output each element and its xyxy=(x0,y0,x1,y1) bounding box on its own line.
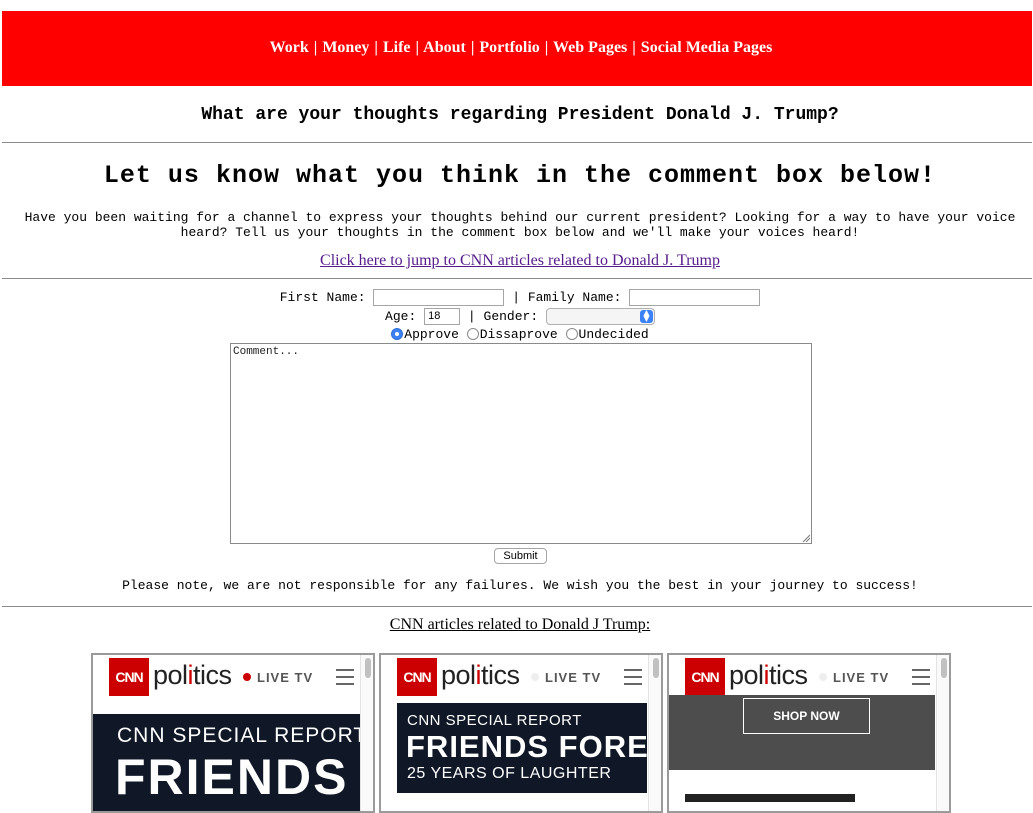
special-report-banner: CNN SPECIAL REPORT FRIENDS xyxy=(93,714,361,811)
undecided-radio[interactable] xyxy=(565,327,578,340)
special-report-banner: CNN SPECIAL REPORT FRIENDS FORE 25 YEARS… xyxy=(397,703,647,793)
submit-button[interactable]: Submit xyxy=(494,548,547,564)
nav-links: Work | Money | Life | About | Portfolio … xyxy=(2,39,1033,57)
chevron-up-down-icon: ▲ ▼ xyxy=(639,309,653,323)
cta-heading: Let us know what you think in the commen… xyxy=(103,161,937,190)
age-input[interactable]: 18 xyxy=(424,308,461,325)
scrollbar[interactable] xyxy=(936,655,949,811)
banner-kicker: CNN SPECIAL REPORT xyxy=(407,712,582,729)
article-embed-1[interactable]: CNN politics LIVE TV CNN SPECIAL REPORT … xyxy=(91,653,375,813)
gender-label: Gender: xyxy=(483,308,539,324)
first-name-input[interactable] xyxy=(373,289,505,306)
divider xyxy=(2,606,1032,607)
undecided-label: Undecided xyxy=(578,327,649,342)
nav-link-life[interactable]: Life xyxy=(383,39,411,56)
live-tv-label: LIVE TV xyxy=(833,670,890,685)
politics-accent-letter: i xyxy=(763,660,770,690)
banner-headline: FRIENDS xyxy=(115,749,349,805)
politics-accent-letter: i xyxy=(475,660,482,690)
cnn-jump-link-row: Click here to jump to CNN articles relat… xyxy=(0,252,1033,270)
field-separator: | xyxy=(512,289,520,305)
politics-section-title: politics xyxy=(441,660,520,691)
nav-separator: | xyxy=(470,39,475,56)
nav-link-web-pages[interactable]: Web Pages xyxy=(553,39,627,56)
name-row: First Name: | Family Name: xyxy=(0,289,1033,306)
disclaimer-text: Please note, we are not responsible for … xyxy=(122,578,918,593)
politics-accent-letter: i xyxy=(187,660,194,690)
section-label: politics xyxy=(153,660,232,690)
intro-text: Have you been waiting for a channel to e… xyxy=(24,210,1016,240)
cnn-logo: CNN xyxy=(397,658,437,696)
nav-separator: | xyxy=(313,39,318,56)
approve-radio[interactable] xyxy=(391,327,404,340)
live-dot-icon xyxy=(243,673,251,681)
nav-link-portfolio[interactable]: Portfolio xyxy=(479,39,539,56)
family-name-input[interactable] xyxy=(629,289,761,306)
comment-placeholder: Comment... xyxy=(233,346,300,358)
scrollbar-thumb[interactable] xyxy=(941,658,947,678)
nav-separator: | xyxy=(374,39,378,56)
nav-separator: | xyxy=(544,39,549,56)
nav-link-work[interactable]: Work xyxy=(270,39,309,56)
comment-textarea[interactable]: Comment... xyxy=(230,343,812,544)
articles-title: CNN articles related to Donald J Trump: xyxy=(389,616,651,633)
scrollbar[interactable] xyxy=(648,655,661,811)
live-tv-link[interactable]: LIVE TV xyxy=(243,670,313,685)
nav-link-money[interactable]: Money xyxy=(322,39,369,56)
scrollbar[interactable] xyxy=(360,655,373,811)
live-tv-link[interactable]: LIVE TV xyxy=(819,670,889,685)
dissaprove-radio[interactable] xyxy=(466,327,479,340)
divider xyxy=(2,142,1032,143)
section-label: politics xyxy=(441,660,520,690)
cnn-logo: CNN xyxy=(109,658,149,696)
hamburger-menu-icon[interactable] xyxy=(912,669,930,690)
cnn-logo: CNN xyxy=(685,658,725,696)
age-gender-row: Age: 18 | Gender: ▲ ▼ xyxy=(0,308,1033,325)
divider xyxy=(2,278,1032,279)
nav-link-social-media-pages[interactable]: Social Media Pages xyxy=(641,39,773,56)
headline-fragment xyxy=(685,794,855,802)
hamburger-menu-icon[interactable] xyxy=(336,669,354,690)
age-label: Age: xyxy=(385,308,417,324)
nav-separator: | xyxy=(632,39,636,56)
live-tv-link[interactable]: LIVE TV xyxy=(531,670,601,685)
politics-section-title: politics xyxy=(153,660,232,691)
section-label: politics xyxy=(729,660,808,690)
shop-banner: SHOP NOW xyxy=(669,695,935,770)
top-nav-bar: Work | Money | Life | About | Portfolio … xyxy=(2,11,1032,86)
article-embed-3[interactable]: CNN politics LIVE TV SHOP NOW xyxy=(667,653,951,813)
nav-separator: | xyxy=(415,39,420,56)
live-tv-label: LIVE TV xyxy=(257,670,314,685)
banner-kicker: CNN SPECIAL REPORT xyxy=(117,724,361,747)
politics-section-title: politics xyxy=(729,660,808,691)
banner-subline: 25 YEARS OF LAUGHTER xyxy=(407,765,612,782)
live-dot-icon xyxy=(819,673,827,681)
approve-label: Approve xyxy=(404,327,459,342)
shop-now-button[interactable]: SHOP NOW xyxy=(743,698,870,734)
dissaprove-label: Dissaprove xyxy=(479,327,558,342)
family-name-label: Family Name: xyxy=(527,289,622,305)
scrollbar-thumb[interactable] xyxy=(653,658,659,678)
opinion-radio-row: Approve Dissaprove Undecided xyxy=(0,327,1033,342)
nav-link-about[interactable]: About xyxy=(423,39,466,56)
question-heading: What are your thoughts regarding Preside… xyxy=(201,105,839,125)
hamburger-menu-icon[interactable] xyxy=(624,669,642,690)
cnn-jump-link[interactable]: Click here to jump to CNN articles relat… xyxy=(320,252,720,269)
banner-headline: FRIENDS FORE xyxy=(406,729,647,764)
gender-select[interactable]: ▲ ▼ xyxy=(545,308,655,325)
resize-handle-icon[interactable] xyxy=(802,534,810,542)
live-dot-icon xyxy=(531,673,539,681)
first-name-label: First Name: xyxy=(279,289,366,305)
scrollbar-thumb[interactable] xyxy=(365,658,371,678)
field-separator: | xyxy=(467,308,476,324)
live-tv-label: LIVE TV xyxy=(545,670,602,685)
article-embed-2[interactable]: CNN politics LIVE TV CNN SPECIAL REPORT … xyxy=(379,653,663,813)
